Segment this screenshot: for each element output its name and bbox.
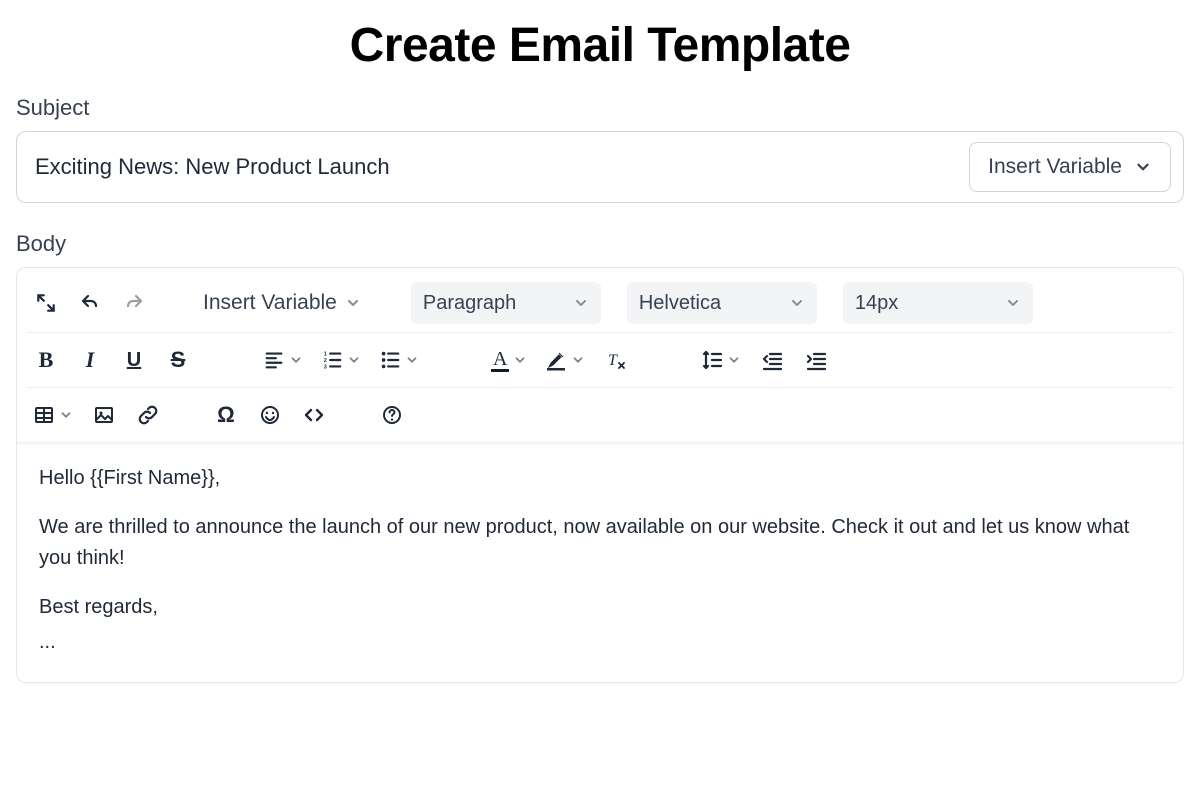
editor-toolbar: Insert Variable Paragraph Helvetica 14px [17,268,1183,442]
help-icon [381,404,403,426]
page-title: Create Email Template [16,0,1184,95]
table-button[interactable] [27,396,79,434]
italic-button[interactable]: I [71,341,109,379]
bold-icon: B [39,347,54,373]
chevron-down-icon [789,295,805,311]
code-view-button[interactable] [295,396,333,434]
body-greeting: Hello {{First Name}}, [39,463,1161,494]
strikethrough-button[interactable]: S [159,341,197,379]
font-family-value: Helvetica [639,292,721,315]
outdent-icon [761,349,783,371]
indent-button[interactable] [797,341,835,379]
clear-format-icon [605,349,627,371]
code-icon [303,404,325,426]
body-label: Body [16,231,1184,257]
chevron-down-icon [571,353,585,367]
image-button[interactable] [85,396,123,434]
chevron-down-icon [59,408,73,422]
body-insert-variable-button[interactable]: Insert Variable [193,282,371,324]
subject-label: Subject [16,95,1184,121]
body-signoff: Best regards, [39,592,1161,623]
body-ellipsis: ... [39,627,1161,658]
subject-input[interactable] [29,146,957,188]
expand-icon [35,292,57,314]
chevron-down-icon [513,353,527,367]
highlight-button[interactable] [539,341,591,379]
emoji-icon [259,404,281,426]
toolbar-row-2: B I U S [27,333,1173,388]
link-button[interactable] [129,396,167,434]
line-height-icon [701,349,723,371]
rich-text-editor: Insert Variable Paragraph Helvetica 14px [16,267,1184,683]
chevron-down-icon [1134,158,1152,176]
indent-icon [805,349,827,371]
chevron-down-icon [345,295,361,311]
align-left-icon [263,349,285,371]
image-icon [93,404,115,426]
chevron-down-icon [347,353,361,367]
special-char-button[interactable]: Ω [207,396,245,434]
redo-button[interactable] [115,284,153,322]
block-format-select[interactable]: Paragraph [411,282,601,324]
ordered-list-icon [321,349,343,371]
underline-icon: U [127,349,141,372]
strikethrough-icon: S [171,347,186,373]
redo-icon [123,292,145,314]
chevron-down-icon [405,353,419,367]
toolbar-row-3: Ω [27,388,1173,442]
ordered-list-button[interactable] [315,341,367,379]
unordered-list-button[interactable] [373,341,425,379]
insert-variable-label: Insert Variable [988,155,1122,179]
link-icon [137,404,159,426]
body-paragraph: We are thrilled to announce the launch o… [39,512,1161,574]
block-format-value: Paragraph [423,292,516,315]
underline-button[interactable]: U [115,341,153,379]
outdent-button[interactable] [753,341,791,379]
highlight-icon [545,349,567,371]
text-color-icon: A [491,349,509,372]
emoji-button[interactable] [251,396,289,434]
table-icon [33,404,55,426]
font-size-value: 14px [855,292,898,315]
toolbar-row-1: Insert Variable Paragraph Helvetica 14px [27,274,1173,333]
font-size-select[interactable]: 14px [843,282,1033,324]
chevron-down-icon [573,295,589,311]
font-family-select[interactable]: Helvetica [627,282,817,324]
expand-button[interactable] [27,284,65,322]
help-button[interactable] [373,396,411,434]
insert-variable-label: Insert Variable [203,291,337,315]
clear-format-button[interactable] [597,341,635,379]
text-color-button[interactable]: A [485,341,533,379]
undo-icon [79,292,101,314]
subject-field-container: Insert Variable [16,131,1184,203]
editor-content[interactable]: Hello {{First Name}}, We are thrilled to… [17,442,1183,682]
undo-button[interactable] [71,284,109,322]
line-height-button[interactable] [695,341,747,379]
bold-button[interactable]: B [27,341,65,379]
align-button[interactable] [257,341,309,379]
chevron-down-icon [727,353,741,367]
unordered-list-icon [379,349,401,371]
omega-icon: Ω [217,402,235,428]
italic-icon: I [86,347,95,373]
subject-insert-variable-button[interactable]: Insert Variable [969,142,1171,192]
chevron-down-icon [289,353,303,367]
chevron-down-icon [1005,295,1021,311]
